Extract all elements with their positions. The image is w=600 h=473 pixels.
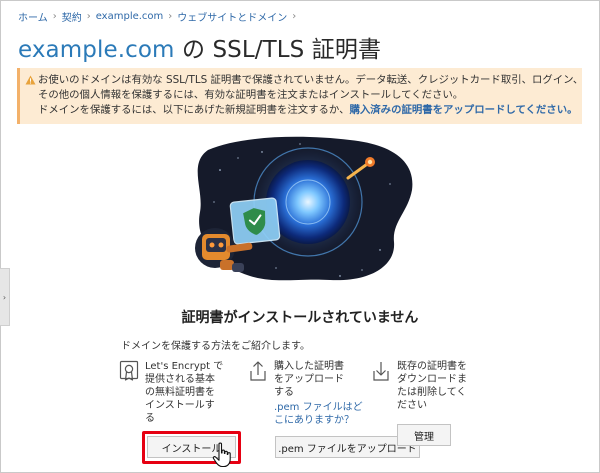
option-text-line: ダウンロードま bbox=[397, 374, 467, 385]
breadcrumb-separator: › bbox=[168, 11, 173, 22]
upload-icon bbox=[250, 361, 266, 381]
warning-line-1: お使いのドメインは有効な SSL/TLS 証明書で保護されていません。データ転送… bbox=[38, 74, 584, 86]
warning-banner: お使いのドメインは有効な SSL/TLS 証明書で保護されていません。データ転送… bbox=[17, 68, 584, 124]
pem-help-link[interactable]: .pem ファイルはど こにありますか？ bbox=[274, 401, 363, 427]
pem-help-link-line[interactable]: こにありますか？ bbox=[274, 414, 363, 427]
space-illustration bbox=[195, 136, 413, 281]
option-upload-certificate: 購入した証明書 をアップロード する .pem ファイルはど こにありますか？ bbox=[248, 360, 363, 427]
chevron-right-icon: › bbox=[2, 292, 7, 302]
warning-line-3: ドメインを保護するには、以下にあげた新規証明書を注文するか、購入済みの証明書をア… bbox=[38, 103, 577, 118]
pem-help-link-line[interactable]: .pem ファイルはど bbox=[274, 401, 363, 414]
upload-purchased-certificate-link[interactable]: 購入済みの証明書をアップロードしてください。 bbox=[350, 104, 578, 116]
breadcrumb: ホーム › 契約 › example.com › ウェブサイトとドメイン › bbox=[18, 9, 296, 24]
option-text-line: 既存の証明書を bbox=[397, 361, 467, 372]
option-text-line: る bbox=[145, 413, 155, 424]
option-manage-description: 既存の証明書を ダウンロードま たは削除してく ださい bbox=[397, 360, 467, 412]
warning-icon bbox=[25, 75, 36, 85]
breadcrumb-home[interactable]: ホーム bbox=[18, 9, 48, 24]
no-certificate-heading: 証明書がインストールされていません bbox=[181, 310, 419, 326]
page-title: example.com の SSL/TLS 証明書 bbox=[18, 30, 381, 64]
breadcrumb-separator: › bbox=[86, 11, 91, 22]
option-upload-description: 購入した証明書 をアップロード する .pem ファイルはど こにありますか？ bbox=[274, 360, 363, 427]
option-text-line: ださい bbox=[397, 400, 427, 411]
option-text-line: たは削除してく bbox=[397, 387, 467, 398]
shield-card bbox=[229, 197, 281, 245]
option-text-line: 購入した証明書 bbox=[274, 361, 344, 372]
option-text-line: の無料証明書を bbox=[145, 387, 215, 398]
breadcrumb-domain[interactable]: example.com bbox=[96, 11, 164, 22]
option-lets-encrypt: Let's Encrypt で 提供される基本 の無料証明書を インストールす … bbox=[119, 360, 223, 425]
download-icon bbox=[373, 362, 389, 381]
option-lets-encrypt-description: Let's Encrypt で 提供される基本 の無料証明書を インストールす … bbox=[145, 360, 223, 425]
option-text-line: する bbox=[274, 387, 294, 398]
manage-button[interactable]: 管理 bbox=[397, 424, 451, 446]
option-text-line: Let's Encrypt で bbox=[145, 361, 224, 372]
option-manage-certificate: 既存の証明書を ダウンロードま たは削除してく ださい bbox=[371, 360, 467, 412]
breadcrumb-subscriptions[interactable]: 契約 bbox=[62, 9, 82, 24]
certificate-icon bbox=[119, 360, 139, 381]
option-text-line: をアップロード bbox=[274, 374, 344, 385]
breadcrumb-websites-domains[interactable]: ウェブサイトとドメイン bbox=[177, 9, 287, 24]
warning-line-3-text: ドメインを保護するには、以下にあげた新規証明書を注文するか、 bbox=[38, 104, 350, 116]
page-title-domain: example.com bbox=[18, 37, 175, 63]
breadcrumb-separator: › bbox=[292, 11, 297, 22]
warning-line-2: その他の個人情報を保護するには、有効な証明書を注文またはインストールしてください… bbox=[38, 89, 464, 101]
option-text-line: 提供される基本 bbox=[145, 374, 215, 385]
hand-pointer-icon bbox=[212, 442, 231, 468]
breadcrumb-separator: › bbox=[52, 11, 57, 22]
page-title-text: の SSL/TLS 証明書 bbox=[174, 37, 382, 63]
option-text-line: インストールす bbox=[145, 400, 215, 411]
protection-intro-text: ドメインを保護する方法をご紹介します。 bbox=[121, 341, 310, 352]
